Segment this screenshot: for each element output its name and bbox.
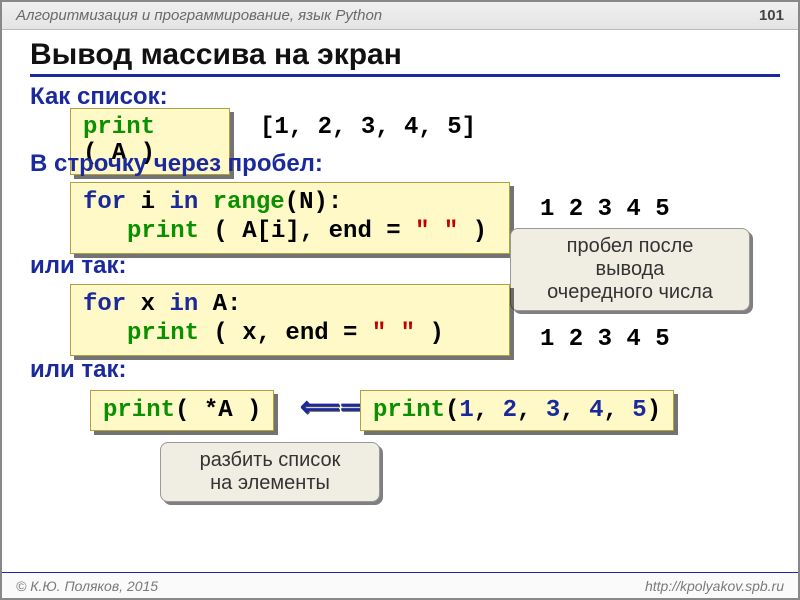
kw-print: print	[83, 114, 155, 141]
output-3: 1 2 3 4 5	[540, 326, 670, 353]
course-title: Алгоритмизация и программирование, язык …	[16, 7, 382, 24]
header-bar: Алгоритмизация и программирование, язык …	[2, 2, 798, 30]
code3-line2: print ( x, end = " " )	[83, 320, 497, 349]
subhead-3: или так:	[30, 252, 127, 280]
code-box-2: for i in range(N): print ( A[i], end = "…	[70, 182, 510, 254]
callout-space: пробел после вывода очередного числа	[510, 228, 750, 311]
footer-url: http://kpolyakov.spb.ru	[645, 578, 784, 594]
callout-tail-icon	[185, 421, 209, 445]
code3-line1: for x in A:	[83, 291, 497, 320]
callout1-text: пробел после вывода очередного числа	[547, 235, 713, 303]
callout-tail-icon	[551, 207, 575, 231]
code-box-4a: print( *A )	[90, 390, 274, 431]
code2-line2: print ( A[i], end = " " )	[83, 218, 497, 247]
callout2-text: разбить список на элементы	[200, 449, 341, 494]
page-number: 101	[759, 7, 784, 24]
subhead-2: В строчку через пробел:	[30, 150, 323, 178]
output-1: [1, 2, 3, 4, 5]	[260, 114, 476, 141]
code-box-4b: print(1, 2, 3, 4, 5)	[360, 390, 674, 431]
page-title: Вывод массива на экран	[30, 38, 780, 77]
copyright: © К.Ю. Поляков, 2015	[16, 578, 158, 594]
slide-content: Вывод массива на экран Как список: print…	[30, 38, 780, 113]
subhead-4: или так:	[30, 356, 127, 384]
code-box-3: for x in A: print ( x, end = " " )	[70, 284, 510, 356]
callout-split: разбить список на элементы	[160, 442, 380, 502]
footer-bar: © К.Ю. Поляков, 2015 http://kpolyakov.sp…	[2, 572, 798, 598]
code2-line1: for i in range(N):	[83, 189, 497, 218]
subhead-1: Как список:	[30, 83, 780, 111]
